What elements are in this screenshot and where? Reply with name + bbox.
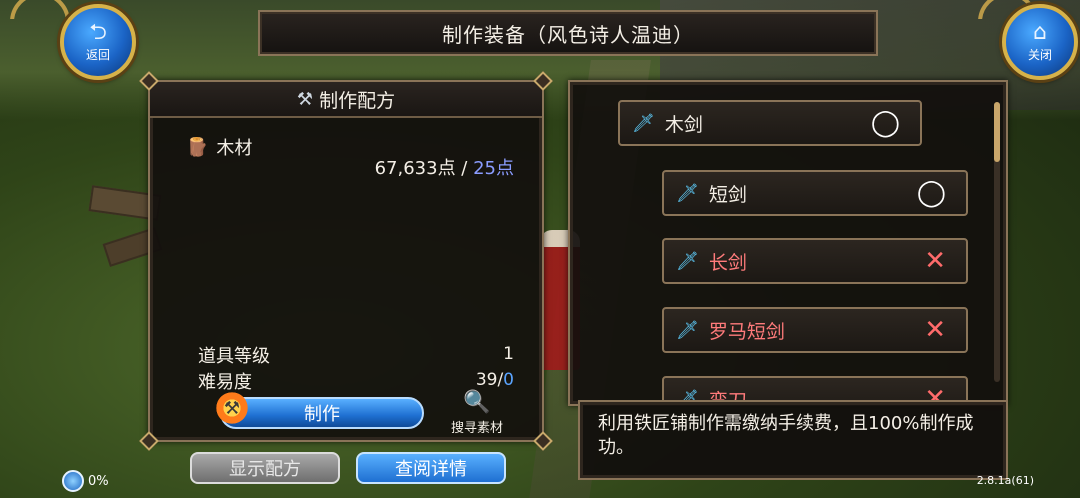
recipe-book-icon: ⚒: [296, 88, 314, 110]
item-name: 短剑: [708, 183, 747, 206]
view-details-button[interactable]: 查阅详情: [356, 452, 506, 484]
list-item[interactable]: 🗡 木剑 ◯: [618, 100, 922, 146]
search-material-label: 搜寻素材: [450, 421, 503, 436]
recipe-header: ⚒ 制作配方: [150, 82, 542, 118]
search-material-button[interactable]: 🔍 搜寻素材: [442, 390, 512, 436]
show-recipe-label: 显示配方: [229, 459, 301, 480]
material-row: 🪵 木材: [186, 134, 252, 160]
item-level-value: 1: [503, 344, 514, 364]
back-label: 返回: [85, 47, 110, 62]
unavailable-mark-icon: ✕: [924, 246, 946, 276]
difficulty-extra: 0: [503, 370, 514, 390]
info-message-box: 利用铁匠铺制作需缴纳手续费，且100%制作成功。: [578, 400, 1008, 480]
difficulty-value: 39/0: [476, 370, 514, 390]
sword-icon: 🗡: [676, 250, 699, 272]
list-item[interactable]: 🗡 长剑 ✕: [662, 238, 968, 284]
available-mark-icon: ◯: [916, 178, 946, 208]
recipe-heading: 制作配方: [319, 89, 396, 112]
window-title-bar: 制作装备（风色诗人温迪）: [258, 10, 878, 56]
make-label: 制作: [304, 404, 340, 425]
points-need: 25点: [473, 158, 514, 179]
hammer-spark-icon: ⚒: [212, 388, 252, 428]
sword-icon: 🗡: [676, 319, 699, 341]
available-mark-icon: ◯: [870, 108, 900, 138]
close-label: 关闭: [1027, 47, 1052, 62]
points-have: 67,633点: [374, 158, 456, 179]
footer-progress: 0%: [62, 470, 109, 492]
network-status-icon: [62, 470, 84, 492]
item-name: 木剑: [664, 113, 703, 136]
item-name: 罗马短剑: [708, 320, 785, 343]
sword-icon: 🗡: [632, 112, 655, 134]
list-item[interactable]: 🗡 罗马短剑 ✕: [662, 307, 968, 353]
list-scrollbar-thumb[interactable]: [994, 102, 1000, 162]
recipe-panel: ⚒ 制作配方 🪵 木材 67,633点 / 25点 道具等级 1 难易度 39/…: [139, 71, 553, 451]
show-recipe-button[interactable]: 显示配方: [190, 452, 340, 484]
list-item[interactable]: 🗡 短剑 ◯: [662, 170, 968, 216]
material-points: 67,633点 / 25点: [375, 154, 514, 180]
material-name: 木材: [216, 138, 253, 159]
item-name: 长剑: [708, 251, 747, 274]
close-button[interactable]: ⌂ 关闭: [1002, 4, 1078, 80]
view-details-label: 查阅详情: [395, 459, 467, 480]
return-arrow-icon: ⮌: [89, 19, 107, 45]
difficulty-main: 39/: [475, 370, 504, 390]
window-title: 制作装备（风色诗人温迪）: [442, 22, 694, 47]
wood-material-icon: 🪵: [186, 136, 209, 158]
sword-icon: 🗡: [676, 182, 699, 204]
item-level-label: 道具等级: [198, 346, 270, 367]
info-text: 利用铁匠铺制作需缴纳手续费，且100%制作成功。: [598, 413, 974, 458]
item-list-panel: 🗡 木剑 ◯ 🗡 短剑 ◯ 🗡 长剑 ✕ 🗡 罗马短剑 ✕ 🗡 弯刀 ✕: [568, 80, 1008, 406]
progress-text: 0%: [88, 473, 109, 489]
home-icon: ⌂: [1033, 19, 1047, 45]
points-separator: /: [455, 158, 474, 179]
version-text: 2.8.1a(61): [976, 474, 1034, 487]
magnifier-icon: 🔍: [463, 390, 491, 415]
back-button[interactable]: ⮌ 返回: [60, 4, 136, 80]
unavailable-mark-icon: ✕: [924, 315, 946, 345]
